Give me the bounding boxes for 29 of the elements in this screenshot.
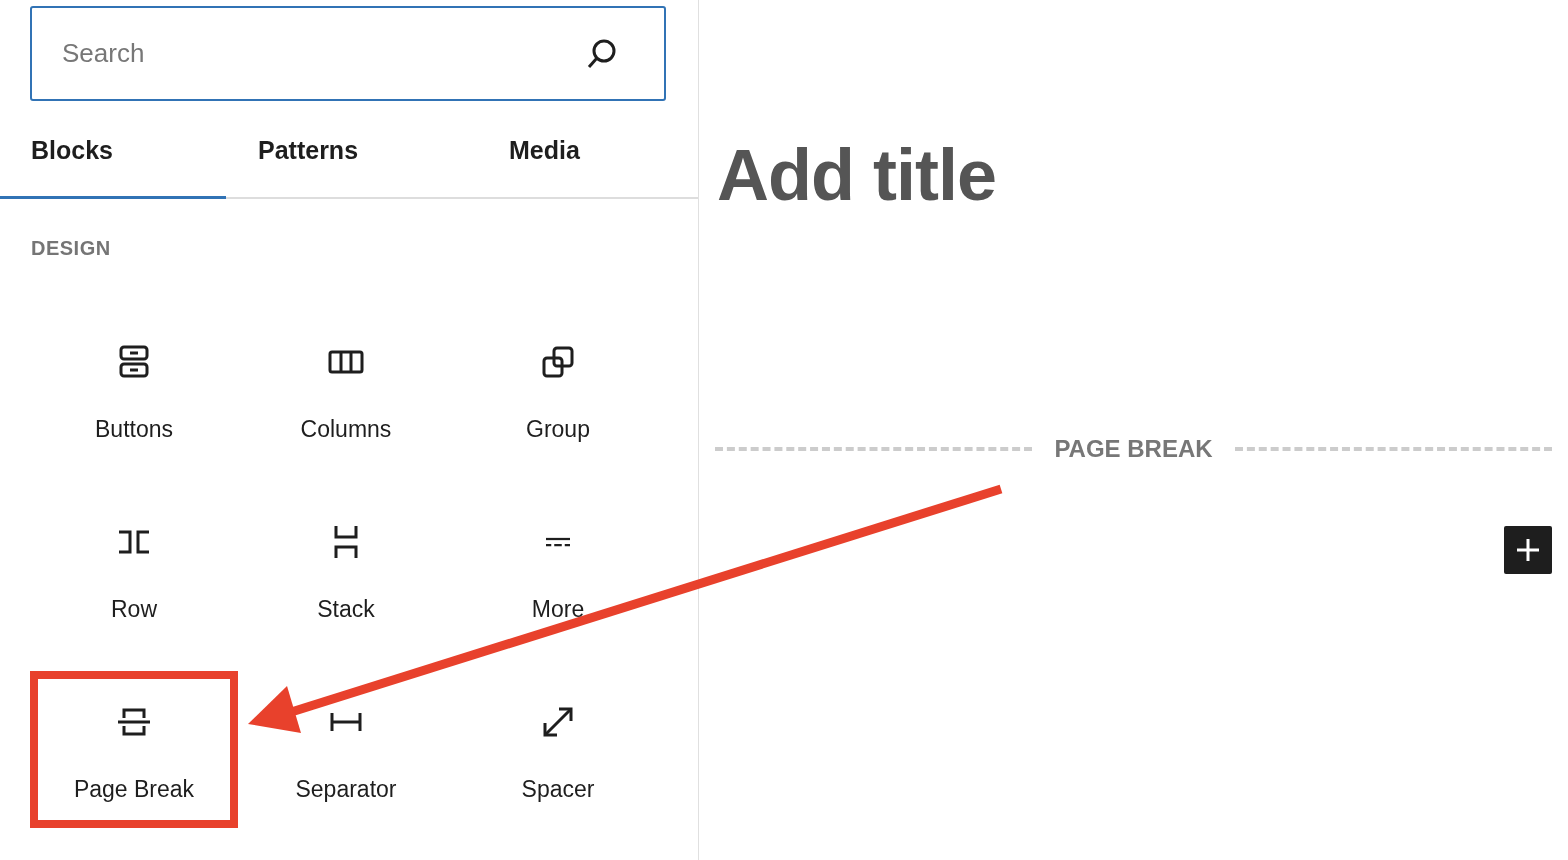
category-heading: DESIGN <box>31 237 112 260</box>
block-label: Row <box>111 596 157 623</box>
block-label: More <box>531 596 585 623</box>
block-item[interactable]: Row <box>30 491 238 648</box>
block-item[interactable]: Group <box>454 311 662 468</box>
title-placeholder[interactable]: Add title <box>717 134 1552 216</box>
block-label: Stack <box>317 596 375 623</box>
block-item[interactable]: Stack <box>242 491 450 648</box>
block-item[interactable]: More <box>454 491 662 648</box>
search-field[interactable]: Search <box>30 6 666 101</box>
add-block-button[interactable] <box>1504 526 1552 574</box>
block-label: Buttons <box>95 416 173 443</box>
block-item[interactable]: Separator <box>242 671 450 828</box>
tab[interactable]: Media <box>452 105 678 199</box>
block-label: Columns <box>300 416 392 443</box>
search-icon <box>586 38 618 70</box>
block-item[interactable]: Buttons <box>30 311 238 468</box>
block-label: Group <box>526 416 590 443</box>
block-item[interactable]: Page Break <box>30 671 238 828</box>
group-icon <box>540 344 576 380</box>
block-item[interactable]: Spacer <box>454 671 662 828</box>
tab[interactable]: Blocks <box>0 105 226 199</box>
block-label: Separator <box>295 776 397 803</box>
tab[interactable]: Patterns <box>226 105 452 199</box>
page-break-label: PAGE BREAK <box>1054 435 1213 463</box>
plus-icon <box>1515 537 1541 563</box>
block-label: Page Break <box>73 776 195 803</box>
block-label: Spacer <box>521 776 595 803</box>
block-item[interactable]: Columns <box>242 311 450 468</box>
